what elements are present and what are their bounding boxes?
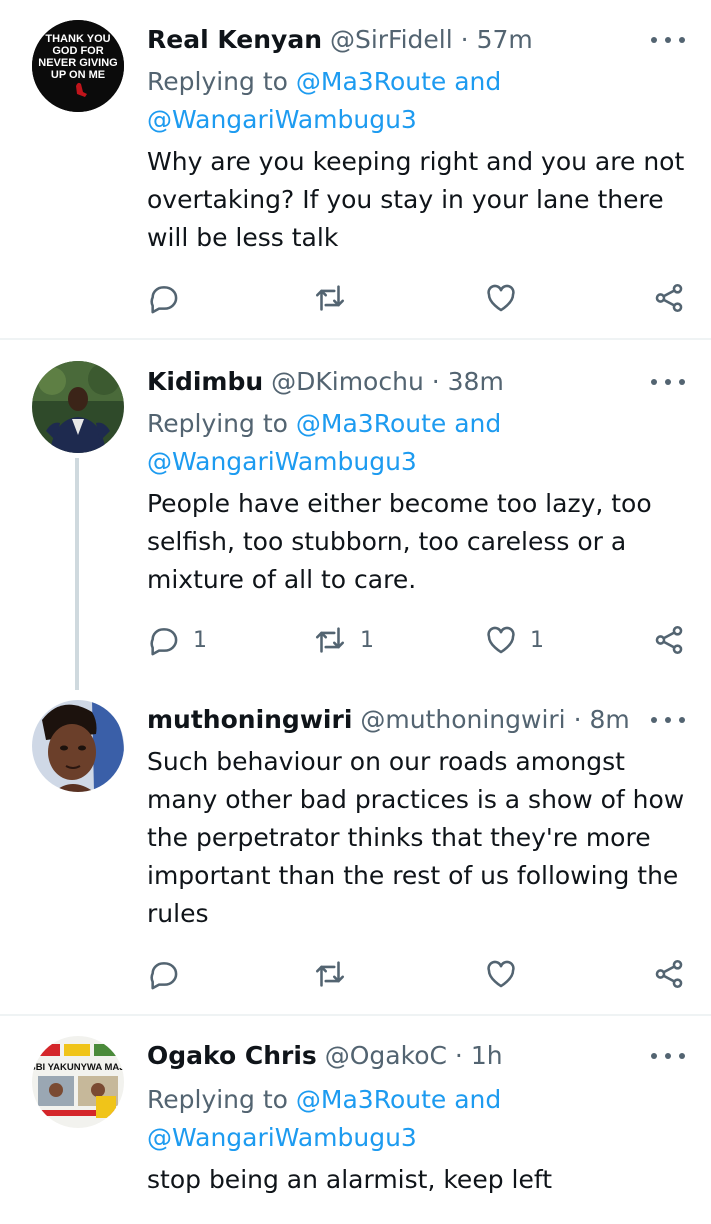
svg-text:UP ON ME: UP ON ME [51, 69, 105, 81]
tweet-muthoningwiri[interactable]: muthoningwiri @muthoningwiri · 8m Such b… [0, 692, 711, 1014]
share-icon [655, 625, 683, 655]
like-button[interactable] [484, 278, 518, 318]
avatar[interactable] [32, 700, 124, 792]
share-button[interactable] [652, 278, 686, 318]
tweet-text: People have either become too lazy, too … [147, 489, 652, 594]
retweet-button[interactable] [312, 954, 348, 994]
reply-button[interactable]: 1 [147, 620, 207, 660]
mention-link[interactable]: @WangariWambugu3 [147, 101, 691, 139]
separator-dot: · [454, 1041, 463, 1070]
svg-text:NEVER GIVING: NEVER GIVING [38, 57, 117, 69]
tweet-real-kenyan[interactable]: THANK YOU GOD FOR NEVER GIVING UP ON ME … [0, 0, 711, 338]
timestamp[interactable]: 1h [471, 1041, 503, 1070]
like-button[interactable]: 1 [484, 620, 544, 660]
share-icon [655, 283, 683, 313]
separator-dot: · [460, 25, 469, 54]
retweet-count: 1 [360, 627, 374, 653]
timestamp[interactable]: 8m [589, 705, 629, 734]
display-name[interactable]: Real Kenyan [147, 25, 322, 54]
tweet-kidimbu[interactable]: Kidimbu @DKimochu · 38m Replying to @Ma3… [0, 340, 711, 692]
svg-text:THANK YOU: THANK YOU [45, 33, 110, 45]
like-button[interactable] [484, 954, 518, 994]
display-name[interactable]: muthoningwiri [147, 705, 352, 734]
mention-link[interactable]: @Ma3Route [296, 409, 446, 438]
mention-and[interactable]: and [454, 409, 501, 438]
user-handle[interactable]: @SirFidell [330, 25, 453, 54]
separator-dot: · [573, 705, 582, 734]
more-options-button[interactable] [651, 700, 685, 740]
avatar[interactable] [32, 361, 124, 453]
replying-prefix: Replying to [147, 409, 288, 438]
display-name[interactable]: Kidimbu [147, 367, 263, 396]
user-handle[interactable]: @DKimochu [271, 367, 424, 396]
reply-button[interactable] [147, 954, 181, 994]
timestamp[interactable]: 38m [448, 367, 504, 396]
mention-link[interactable]: @Ma3Route [296, 67, 446, 96]
retweet-icon [315, 961, 345, 987]
replying-to: Replying to @Ma3Route and @WangariWambug… [147, 63, 691, 139]
mention-link[interactable]: @WangariWambugu3 [147, 443, 691, 481]
retweet-icon [315, 285, 345, 311]
replying-to: Replying to @Ma3Route and @WangariWambug… [147, 405, 691, 481]
replying-prefix: Replying to [147, 1085, 288, 1114]
heart-icon [487, 626, 515, 654]
more-icon [651, 1053, 657, 1059]
share-button[interactable] [652, 620, 686, 660]
retweet-button[interactable]: 1 [312, 620, 374, 660]
mention-and[interactable]: and [454, 67, 501, 96]
tweet-text: stop being an alarmist, keep left [147, 1165, 553, 1194]
tweet-header: muthoningwiri @muthoningwiri · 8m [147, 700, 651, 740]
tweet-text: Such behaviour on our roads amongst many… [147, 747, 685, 928]
mention-and[interactable]: and [454, 1085, 501, 1114]
avatar-image: THANK YOU GOD FOR NEVER GIVING UP ON ME [32, 20, 124, 112]
replying-to: Replying to @Ma3Route and @WangariWambug… [147, 1081, 691, 1157]
more-icon [651, 717, 657, 723]
action-bar [147, 278, 692, 318]
tweet-header: Ogako Chris @OgakoC · 1h [147, 1036, 651, 1076]
svg-text:BBI YAKUNYWA MAJI: BBI YAKUNYWA MAJI [32, 1062, 124, 1073]
replying-prefix: Replying to [147, 67, 288, 96]
user-handle[interactable]: @muthoningwiri [360, 705, 565, 734]
more-options-button[interactable] [651, 362, 685, 402]
heart-icon [487, 284, 515, 312]
display-name[interactable]: Ogako Chris [147, 1041, 317, 1070]
reply-count: 1 [193, 627, 207, 653]
user-handle[interactable]: @OgakoC [325, 1041, 447, 1070]
mention-link[interactable]: @WangariWambugu3 [147, 1119, 691, 1157]
heart-icon [487, 960, 515, 988]
tweet-header: Real Kenyan @SirFidell · 57m [147, 20, 651, 60]
avatar-image [32, 700, 124, 792]
avatar[interactable]: THANK YOU GOD FOR NEVER GIVING UP ON ME [32, 20, 124, 112]
tweet-header: Kidimbu @DKimochu · 38m [147, 362, 651, 402]
more-icon [651, 37, 657, 43]
action-bar: 1 1 1 [147, 620, 692, 660]
retweet-icon [315, 627, 345, 653]
thread-line [75, 458, 79, 690]
mention-link[interactable]: @Ma3Route [296, 1085, 446, 1114]
avatar[interactable]: BBI YAKUNYWA MAJI [32, 1036, 124, 1128]
reply-icon [150, 628, 178, 656]
like-count: 1 [530, 627, 544, 653]
svg-text:GOD FOR: GOD FOR [52, 45, 103, 57]
avatar-image [32, 361, 124, 453]
separator-dot: · [431, 367, 440, 396]
more-icon [651, 379, 657, 385]
share-icon [655, 959, 683, 989]
more-options-button[interactable] [651, 20, 685, 60]
reply-icon [150, 286, 178, 314]
share-button[interactable] [652, 954, 686, 994]
action-bar [147, 954, 692, 994]
more-options-button[interactable] [651, 1036, 685, 1076]
timestamp[interactable]: 57m [477, 25, 533, 54]
tweet-text: Why are you keeping right and you are no… [147, 147, 685, 252]
reply-icon [150, 962, 178, 990]
avatar-image: BBI YAKUNYWA MAJI [32, 1036, 124, 1128]
reply-button[interactable] [147, 278, 181, 318]
retweet-button[interactable] [312, 278, 348, 318]
tweet-ogako-chris[interactable]: BBI YAKUNYWA MAJI Ogako Chris @OgakoC · … [0, 1016, 711, 1224]
